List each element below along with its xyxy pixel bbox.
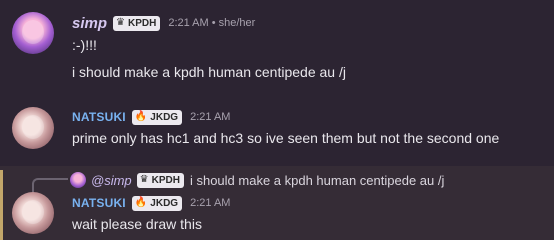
pronouns: • she/her <box>211 17 256 29</box>
timestamp[interactable]: 2:21 AM <box>168 17 208 29</box>
reply-avatar <box>70 172 86 188</box>
avatar[interactable] <box>12 192 54 234</box>
message-text: prime only has hc1 and hc3 so ive seen t… <box>72 130 500 146</box>
message-header: simp ♛ KPDH 2:21 AM • she/her <box>72 14 255 32</box>
server-tag[interactable]: ♛ KPDH <box>113 15 161 31</box>
avatar[interactable] <box>12 12 54 54</box>
author-name[interactable]: simp <box>72 15 107 32</box>
mention-bar <box>0 170 3 240</box>
chat-log: simp ♛ KPDH 2:21 AM • she/her :-)!!! i s… <box>0 0 554 240</box>
message-text: wait please draw this <box>72 216 202 232</box>
server-tag-label: KPDH <box>127 17 157 29</box>
server-tag-label: JKDG <box>150 111 179 123</box>
message-header: NATSUKI 🔥 JKDG 2:21 AM <box>72 194 230 212</box>
crown-icon: ♛ <box>139 174 149 185</box>
server-tag-label: JKDG <box>150 197 179 209</box>
server-tag[interactable]: ♛ KPDH <box>136 172 184 188</box>
reply-author[interactable]: @simp <box>91 173 132 188</box>
crown-icon: ♛ <box>116 17 125 28</box>
message-header: NATSUKI 🔥 JKDG 2:21 AM <box>72 108 230 126</box>
message-text: i should make a kpdh human centipede au … <box>72 64 346 80</box>
reply-preview[interactable]: @simp ♛ KPDH i should make a kpdh human … <box>70 172 444 188</box>
fire-icon: 🔥 <box>134 197 148 208</box>
author-name[interactable]: NATSUKI <box>72 196 126 210</box>
server-tag[interactable]: 🔥 JKDG <box>131 195 183 211</box>
fire-icon: 🔥 <box>134 111 148 122</box>
message-text: :-)!!! <box>72 37 97 53</box>
timestamp[interactable]: 2:21 AM <box>190 197 230 209</box>
server-tag[interactable]: 🔥 JKDG <box>131 109 183 125</box>
author-name[interactable]: NATSUKI <box>72 110 126 124</box>
timestamp[interactable]: 2:21 AM <box>190 111 230 123</box>
server-tag-label: KPDH <box>151 174 180 186</box>
avatar[interactable] <box>12 107 54 149</box>
reply-text: i should make a kpdh human centipede au … <box>189 172 445 188</box>
